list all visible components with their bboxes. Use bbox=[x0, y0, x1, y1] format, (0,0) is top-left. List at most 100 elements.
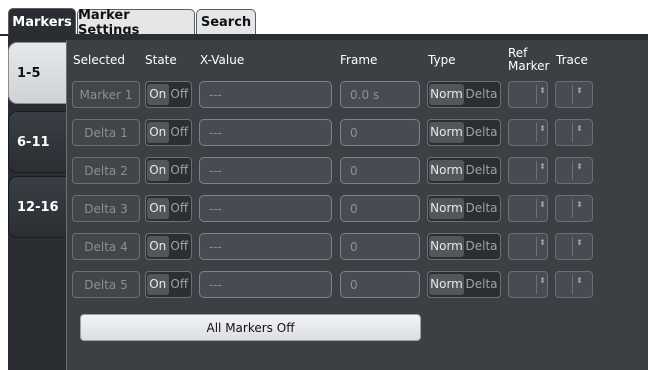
tab-markers[interactable]: Markers bbox=[8, 8, 76, 36]
spinner-divider bbox=[536, 275, 537, 294]
spinner-arrows-icon: ⬍ bbox=[576, 86, 583, 95]
spinner-arrows-icon: ⬍ bbox=[576, 162, 583, 171]
spinner-arrows-icon: ⬍ bbox=[539, 238, 546, 247]
type-toggle[interactable]: Norm Delta bbox=[427, 157, 501, 184]
frame-field[interactable]: 0.0 s bbox=[340, 81, 420, 108]
state-off[interactable]: Off bbox=[169, 236, 191, 257]
ref-marker-select[interactable]: ⬍ bbox=[508, 233, 548, 260]
type-norm[interactable]: Norm bbox=[429, 84, 464, 105]
state-toggle[interactable]: On Off bbox=[145, 157, 192, 184]
state-off[interactable]: Off bbox=[169, 122, 191, 143]
type-delta[interactable]: Delta bbox=[464, 198, 499, 219]
x-value-field[interactable]: --- bbox=[199, 233, 332, 260]
side-tab-1-5[interactable]: 1-5 bbox=[8, 42, 68, 104]
state-off[interactable]: Off bbox=[169, 198, 191, 219]
type-norm[interactable]: Norm bbox=[429, 274, 464, 295]
x-value-field[interactable]: --- bbox=[199, 119, 332, 146]
type-delta[interactable]: Delta bbox=[464, 274, 499, 295]
trace-select[interactable]: ⬍ bbox=[555, 195, 593, 222]
state-toggle[interactable]: On Off bbox=[145, 195, 192, 222]
trace-select[interactable]: ⬍ bbox=[555, 81, 593, 108]
state-off[interactable]: Off bbox=[169, 274, 191, 295]
tab-marker-settings[interactable]: Marker Settings bbox=[77, 8, 195, 38]
x-value-field[interactable]: --- bbox=[199, 81, 332, 108]
spinner-arrows-icon: ⬍ bbox=[539, 276, 546, 285]
spinner-arrows-icon: ⬍ bbox=[576, 276, 583, 285]
spinner-divider bbox=[572, 85, 573, 104]
state-off[interactable]: Off bbox=[169, 160, 191, 181]
side-tab-6-11[interactable]: 6-11 bbox=[8, 111, 66, 173]
type-toggle[interactable]: Norm Delta bbox=[427, 119, 501, 146]
type-toggle[interactable]: Norm Delta bbox=[427, 271, 501, 298]
type-delta[interactable]: Delta bbox=[464, 160, 499, 181]
type-delta[interactable]: Delta bbox=[464, 84, 499, 105]
type-toggle[interactable]: Norm Delta bbox=[427, 233, 501, 260]
spinner-arrows-icon: ⬍ bbox=[576, 238, 583, 247]
state-toggle[interactable]: On Off bbox=[145, 271, 192, 298]
ref-marker-select[interactable]: ⬍ bbox=[508, 81, 548, 108]
state-toggle[interactable]: On Off bbox=[145, 81, 192, 108]
x-value-field[interactable]: --- bbox=[199, 271, 332, 298]
header-state: State bbox=[145, 53, 177, 67]
header-ref-marker-line2: Marker bbox=[508, 59, 550, 73]
spinner-divider bbox=[536, 199, 537, 218]
state-on[interactable]: On bbox=[147, 84, 169, 105]
marker-select-button[interactable]: Marker 1 bbox=[72, 81, 140, 108]
ref-marker-select[interactable]: ⬍ bbox=[508, 195, 548, 222]
spinner-divider bbox=[572, 123, 573, 142]
frame-field[interactable]: 0 bbox=[340, 119, 420, 146]
spinner-divider bbox=[536, 161, 537, 180]
marker-select-button[interactable]: Delta 5 bbox=[72, 271, 140, 298]
state-on[interactable]: On bbox=[147, 236, 169, 257]
spinner-divider bbox=[572, 161, 573, 180]
header-selected: Selected bbox=[73, 53, 126, 67]
state-on[interactable]: On bbox=[147, 274, 169, 295]
tab-search[interactable]: Search bbox=[196, 9, 256, 35]
state-on[interactable]: On bbox=[147, 122, 169, 143]
type-norm[interactable]: Norm bbox=[429, 198, 464, 219]
type-norm[interactable]: Norm bbox=[429, 122, 464, 143]
ref-marker-select[interactable]: ⬍ bbox=[508, 157, 548, 184]
frame-field[interactable]: 0 bbox=[340, 195, 420, 222]
state-on[interactable]: On bbox=[147, 198, 169, 219]
frame-field[interactable]: 0 bbox=[340, 233, 420, 260]
header-frame: Frame bbox=[340, 53, 378, 67]
ref-marker-select[interactable]: ⬍ bbox=[508, 271, 548, 298]
state-on[interactable]: On bbox=[147, 160, 169, 181]
spinner-arrows-icon: ⬍ bbox=[576, 124, 583, 133]
type-norm[interactable]: Norm bbox=[429, 236, 464, 257]
spinner-divider bbox=[572, 199, 573, 218]
marker-select-button[interactable]: Delta 2 bbox=[72, 157, 140, 184]
x-value-field[interactable]: --- bbox=[199, 195, 332, 222]
trace-select[interactable]: ⬍ bbox=[555, 119, 593, 146]
type-delta[interactable]: Delta bbox=[464, 122, 499, 143]
marker-select-button[interactable]: Delta 1 bbox=[72, 119, 140, 146]
type-delta[interactable]: Delta bbox=[464, 236, 499, 257]
spinner-divider bbox=[572, 275, 573, 294]
spinner-divider bbox=[536, 123, 537, 142]
type-toggle[interactable]: Norm Delta bbox=[427, 195, 501, 222]
spinner-arrows-icon: ⬍ bbox=[539, 86, 546, 95]
trace-select[interactable]: ⬍ bbox=[555, 157, 593, 184]
state-off[interactable]: Off bbox=[169, 84, 191, 105]
header-ref-marker: Ref Marker bbox=[508, 47, 549, 73]
spinner-arrows-icon: ⬍ bbox=[539, 162, 546, 171]
header-trace: Trace bbox=[556, 53, 588, 67]
state-toggle[interactable]: On Off bbox=[145, 233, 192, 260]
type-norm[interactable]: Norm bbox=[429, 160, 464, 181]
side-tab-12-16[interactable]: 12-16 bbox=[8, 176, 66, 238]
marker-select-button[interactable]: Delta 4 bbox=[72, 233, 140, 260]
spinner-divider bbox=[536, 85, 537, 104]
x-value-field[interactable]: --- bbox=[199, 157, 332, 184]
frame-field[interactable]: 0 bbox=[340, 271, 420, 298]
spinner-arrows-icon: ⬍ bbox=[539, 124, 546, 133]
marker-select-button[interactable]: Delta 3 bbox=[72, 195, 140, 222]
trace-select[interactable]: ⬍ bbox=[555, 233, 593, 260]
ref-marker-select[interactable]: ⬍ bbox=[508, 119, 548, 146]
state-toggle[interactable]: On Off bbox=[145, 119, 192, 146]
trace-select[interactable]: ⬍ bbox=[555, 271, 593, 298]
frame-field[interactable]: 0 bbox=[340, 157, 420, 184]
all-markers-off-button[interactable]: All Markers Off bbox=[80, 314, 421, 341]
spinner-arrows-icon: ⬍ bbox=[539, 200, 546, 209]
type-toggle[interactable]: Norm Delta bbox=[427, 81, 501, 108]
